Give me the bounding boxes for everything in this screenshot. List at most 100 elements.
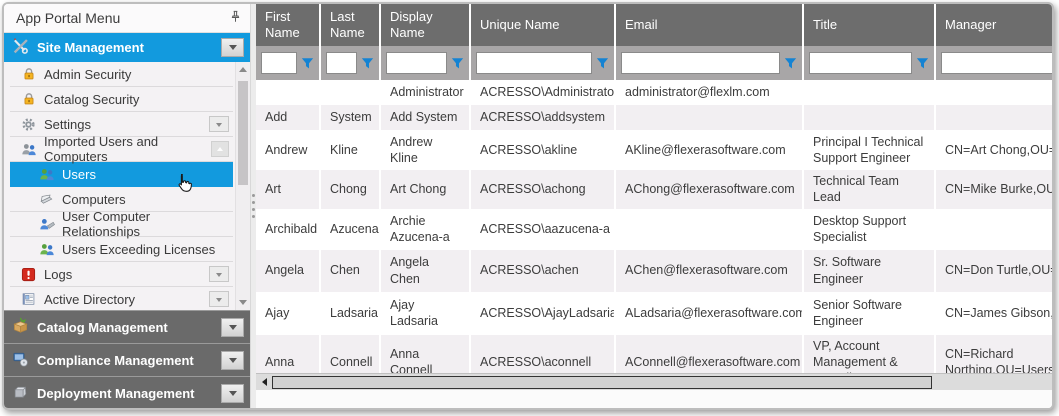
users-group-icon [20,142,37,157]
filter-icon[interactable] [596,57,609,70]
sidebar-item-imported-users-and-computers[interactable]: Imported Users and Computers [10,137,233,162]
column-header-display-name[interactable]: Display Name [380,4,470,46]
table-cell: Principal I Technical Support Engineer [803,130,935,170]
table-cell: Chong [320,170,380,209]
table-row[interactable]: Administrator ACRESSO\Administrator admi… [256,80,1052,105]
sidebar-item-admin-security[interactable]: Admin Security [10,62,233,87]
table-cell: ACRESSO\addsystem [470,105,615,130]
table-row[interactable]: Add System Add System ACRESSO\addsystem [256,105,1052,130]
table-row[interactable]: Archibald Azucena Archie Azucena-a ACRES… [256,209,1052,250]
table-row[interactable]: Art Chong Art Chong ACRESSO\achong AChon… [256,170,1052,209]
scroll-up-button[interactable] [236,62,250,77]
table-cell: CN=Mike Burke,OU= [935,170,1052,209]
scroll-left-button[interactable] [256,374,272,390]
table-cell [935,105,1052,130]
pin-icon[interactable] [229,10,242,26]
table-cell: Senior Software Engineer [803,292,935,335]
table-cell: CN=James Gibson,O [935,292,1052,335]
package-icon [12,317,29,337]
table-cell: Art [256,170,320,209]
table-cell: ACRESSO\AjayLadsaria [470,292,615,335]
chevron-down-button[interactable] [221,318,244,337]
table-cell: ACRESSO\aazucena-a [470,209,615,250]
sidebar-item-users-exceeding-licenses[interactable]: Users Exceeding Licenses [10,237,233,262]
table-row[interactable]: Angela Chen Angela Chen ACRESSO\achen AC… [256,250,1052,292]
filter-input-unique-name[interactable] [476,52,592,74]
filter-icon[interactable] [784,57,797,70]
table-cell: Azucena [320,209,380,250]
filter-input-manager[interactable] [941,52,1052,74]
filter-icon[interactable] [361,57,374,70]
sidebar-section-compliance-management[interactable]: Compliance Management [4,343,250,376]
table-cell: AKline@flexerasoftware.com [615,130,803,170]
table-cell: VP, Account Management & Compliance [803,335,935,374]
sidebar-item-label: User Computer Relationships [62,209,229,239]
table-cell: System [320,105,380,130]
filter-input-last-name[interactable] [326,52,357,74]
table-cell: Archie Azucena-a [380,209,470,250]
sidebar-item-catalog-security[interactable]: Catalog Security [10,87,233,112]
grid-body: Administrator ACRESSO\Administrator admi… [256,80,1052,373]
scrollbar-thumb[interactable] [238,81,248,185]
column-header-email[interactable]: Email [615,4,803,46]
deployment-icon [12,384,29,403]
sidebar-section-catalog-management[interactable]: Catalog Management [4,310,250,343]
table-cell [803,80,935,105]
table-row[interactable]: Andrew Kline Andrew Kline ACRESSO\akline… [256,130,1052,170]
filter-input-display-name[interactable] [386,52,447,74]
table-cell: Chen [320,250,380,292]
sidebar-item-active-directory[interactable]: Active Directory [10,287,233,310]
sidebar-section-deployment-management[interactable]: Deployment Management [4,376,250,409]
chevron-down-button[interactable] [221,351,244,370]
column-header-unique-name[interactable]: Unique Name [470,4,615,46]
table-cell [615,209,803,250]
compliance-icon [12,351,29,370]
table-cell: Archibald [256,209,320,250]
sidebar-item-label: Computers [62,192,126,207]
chevron-down-button[interactable] [221,38,244,57]
sidebar-item-logs[interactable]: Logs [10,262,233,287]
table-cell: Sr. Software Engineer [803,250,935,292]
table-cell: ACRESSO\achen [470,250,615,292]
table-row[interactable]: Ajay Ladsaria Ajay Ladsaria ACRESSO\Ajay… [256,292,1052,335]
dropdown-button[interactable] [209,116,229,132]
table-cell [935,209,1052,250]
filter-input-email[interactable] [621,52,780,74]
sidebar-item-user-computer-relationships[interactable]: User Computer Relationships [10,212,233,237]
column-header-title[interactable]: Title [803,4,935,46]
chevron-down-button[interactable] [221,384,244,403]
table-cell: Art Chong [380,170,470,209]
section-label: Catalog Management [37,320,168,335]
table-cell: ACRESSO\akline [470,130,615,170]
sidebar-item-label: Users [62,167,96,182]
sidebar-item-users[interactable]: Users [10,162,233,187]
table-cell: ACRESSO\aconnell [470,335,615,374]
column-header-last-name[interactable]: Last Name [320,4,380,46]
column-header-first-name[interactable]: First Name [256,4,320,46]
sidebar-section-site-management[interactable]: Site Management [4,33,250,62]
table-cell: Angela Chen [380,250,470,292]
filter-icon[interactable] [451,57,464,70]
sidebar-item-label: Imported Users and Computers [44,134,204,164]
scrollbar-thumb[interactable] [272,376,932,389]
filter-input-first-name[interactable] [261,52,297,74]
dropdown-button[interactable] [209,266,229,282]
horizontal-scrollbar[interactable] [256,373,1052,390]
app-portal-window: App Portal Menu Site Management [2,2,1054,410]
table-cell: CN=Art Chong,OU=U [935,130,1052,170]
sidebar-scrollbar[interactable] [235,62,250,310]
column-header-manager[interactable]: Manager [935,4,1052,46]
table-cell: ACRESSO\achong [470,170,615,209]
scroll-down-button[interactable] [236,295,250,310]
table-cell: Anna [256,335,320,374]
filter-icon[interactable] [916,57,929,70]
sidebar-title: App Portal Menu [16,10,120,26]
filter-input-title[interactable] [809,52,912,74]
gear-icon [20,117,37,132]
section-label: Deployment Management [37,386,194,401]
table-row[interactable]: Anna Connell Anna Connell ACRESSO\aconne… [256,335,1052,374]
dropdown-button[interactable] [209,291,229,307]
filter-icon[interactable] [301,57,314,70]
collapse-button[interactable] [211,141,229,157]
lock-icon [20,92,37,106]
